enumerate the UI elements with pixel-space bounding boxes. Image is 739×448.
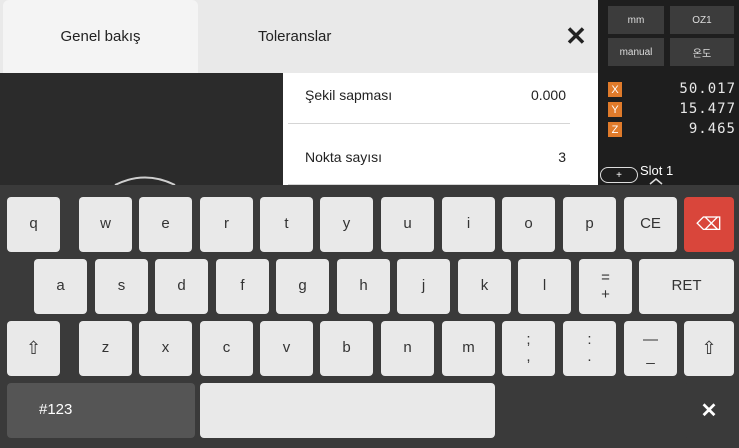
axis-z-row: Z 9.465 bbox=[608, 121, 736, 139]
key-ce[interactable]: CE bbox=[624, 197, 677, 252]
axis-y-label: Y bbox=[608, 102, 622, 117]
key-semicolon-comma[interactable]: ; , bbox=[502, 321, 555, 376]
key-c[interactable]: c bbox=[200, 321, 253, 376]
key-o[interactable]: o bbox=[502, 197, 555, 252]
list-item-value: 3 bbox=[558, 149, 566, 165]
tab-bar: Genel bakış Toleranslar ✕ bbox=[0, 0, 598, 73]
key-e[interactable]: e bbox=[139, 197, 192, 252]
axis-y-row: Y 15.477 bbox=[608, 101, 736, 119]
slot-toggle-icon[interactable]: + bbox=[600, 167, 638, 183]
tolerance-list: Şekil sapması 0.000 Nokta sayısı 3 bbox=[283, 73, 598, 185]
divider bbox=[288, 123, 570, 124]
key-p[interactable]: p bbox=[563, 197, 616, 252]
mode-indicator[interactable]: manual bbox=[608, 38, 664, 66]
key-t[interactable]: t bbox=[260, 197, 313, 252]
unit-indicator[interactable]: mm bbox=[608, 6, 664, 34]
tab-overview[interactable]: Genel bakış bbox=[3, 0, 198, 73]
key-z[interactable]: z bbox=[79, 321, 132, 376]
list-item-label: Nokta sayısı bbox=[305, 149, 383, 165]
axis-z-label: Z bbox=[608, 122, 622, 137]
key-top-char: — bbox=[643, 331, 658, 348]
key-l[interactable]: l bbox=[518, 259, 571, 314]
on-screen-keyboard: q w e r t y u i o p CE ⌫ a s d f g h j k… bbox=[0, 185, 739, 448]
key-q[interactable]: q bbox=[7, 197, 60, 252]
graphic-view bbox=[0, 73, 283, 185]
axis-x-label: X bbox=[608, 82, 622, 97]
shape-preview-graphic bbox=[114, 176, 176, 185]
axis-x-value: 50.017 bbox=[679, 81, 736, 97]
key-dash-underscore[interactable]: — _ bbox=[624, 321, 677, 376]
key-r[interactable]: r bbox=[200, 197, 253, 252]
key-h[interactable]: h bbox=[337, 259, 390, 314]
key-d[interactable]: d bbox=[155, 259, 208, 314]
key-n[interactable]: n bbox=[381, 321, 434, 376]
list-item[interactable]: Nokta sayısı bbox=[305, 149, 570, 165]
shift-icon: ⇧ bbox=[701, 337, 717, 358]
axis-x-row: X 50.017 bbox=[608, 81, 736, 99]
key-v[interactable]: v bbox=[260, 321, 313, 376]
key-f[interactable]: f bbox=[216, 259, 269, 314]
key-u[interactable]: u bbox=[381, 197, 434, 252]
key-top-char: = bbox=[601, 269, 610, 286]
key-bottom-char: , bbox=[526, 347, 531, 365]
slot-label: Slot 1 bbox=[640, 163, 674, 178]
key-x[interactable]: x bbox=[139, 321, 192, 376]
key-y[interactable]: y bbox=[320, 197, 373, 252]
space-key[interactable] bbox=[200, 383, 495, 438]
list-item-value: 0.000 bbox=[530, 87, 566, 103]
backspace-key[interactable]: ⌫ bbox=[684, 197, 734, 252]
key-bottom-char: + bbox=[601, 285, 610, 303]
key-top-char: ; bbox=[526, 331, 531, 348]
close-icon[interactable]: ✕ bbox=[560, 20, 592, 52]
key-top-char: : bbox=[587, 331, 592, 348]
key-w[interactable]: w bbox=[79, 197, 132, 252]
key-b[interactable]: b bbox=[320, 321, 373, 376]
close-keyboard-icon[interactable]: ✕ bbox=[684, 383, 734, 438]
tab-tolerances[interactable]: Toleranslar bbox=[258, 0, 458, 73]
key-colon-period[interactable]: : . bbox=[563, 321, 616, 376]
key-i[interactable]: i bbox=[442, 197, 495, 252]
shift-right-key[interactable]: ⇧ bbox=[684, 321, 734, 376]
axis-z-value: 9.465 bbox=[688, 121, 736, 137]
key-bottom-char: . bbox=[587, 347, 592, 365]
key-a[interactable]: a bbox=[34, 259, 87, 314]
zone-indicator[interactable]: OZ1 bbox=[670, 6, 734, 34]
key-m[interactable]: m bbox=[442, 321, 495, 376]
key-s[interactable]: s bbox=[95, 259, 148, 314]
position-status-panel: mm OZ1 manual 온도 X 50.017 Y 15.477 Z 9.4… bbox=[598, 0, 739, 185]
shift-left-key[interactable]: ⇧ bbox=[7, 321, 60, 376]
shift-icon: ⇧ bbox=[25, 337, 42, 358]
numbers-key[interactable]: #123 bbox=[7, 383, 195, 438]
key-g[interactable]: g bbox=[276, 259, 329, 314]
chevron-up-icon bbox=[649, 178, 663, 185]
axis-y-value: 15.477 bbox=[679, 101, 736, 117]
return-key[interactable]: RET bbox=[639, 259, 734, 314]
slot-selector[interactable]: + Slot 1 bbox=[598, 158, 739, 185]
backspace-icon: ⌫ bbox=[696, 213, 722, 234]
secondary-indicator[interactable]: 온도 bbox=[670, 38, 734, 66]
key-equals-plus[interactable]: = + bbox=[579, 259, 632, 314]
list-item-label: Şekil sapması bbox=[305, 87, 393, 103]
key-k[interactable]: k bbox=[458, 259, 511, 314]
key-bottom-char: _ bbox=[646, 347, 655, 365]
key-j[interactable]: j bbox=[397, 259, 450, 314]
